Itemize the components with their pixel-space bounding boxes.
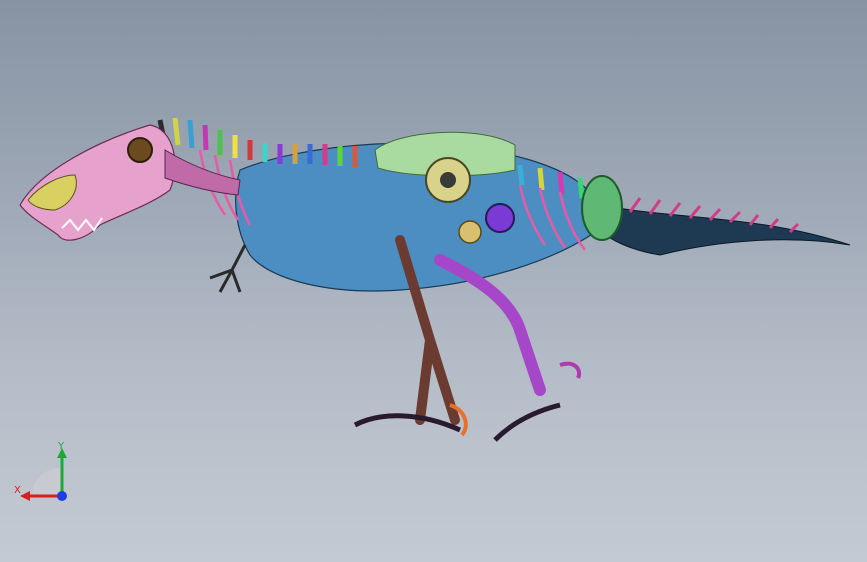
graphics-viewport[interactable]: Y X xyxy=(0,0,867,562)
x-axis-label: X xyxy=(14,485,21,496)
near-foot xyxy=(353,413,462,433)
dew-claw xyxy=(559,361,581,379)
front-arm xyxy=(209,244,247,293)
axis-triad-graphic xyxy=(20,448,67,501)
tail-ring xyxy=(581,175,623,241)
x-axis-arrowhead xyxy=(20,491,30,501)
tail-vertebrae xyxy=(599,204,851,256)
far-foot xyxy=(493,402,561,442)
triad-plane xyxy=(31,467,62,496)
y-axis-label: Y xyxy=(58,441,65,452)
dinosaur-model[interactable] xyxy=(0,0,867,562)
eye-socket xyxy=(127,137,153,163)
main-gear-hub xyxy=(440,172,456,188)
z-axis-dot xyxy=(57,491,67,501)
axis-triad: Y X xyxy=(10,438,80,508)
small-gear xyxy=(458,220,482,244)
skull xyxy=(19,124,176,241)
purple-gear xyxy=(485,203,515,233)
